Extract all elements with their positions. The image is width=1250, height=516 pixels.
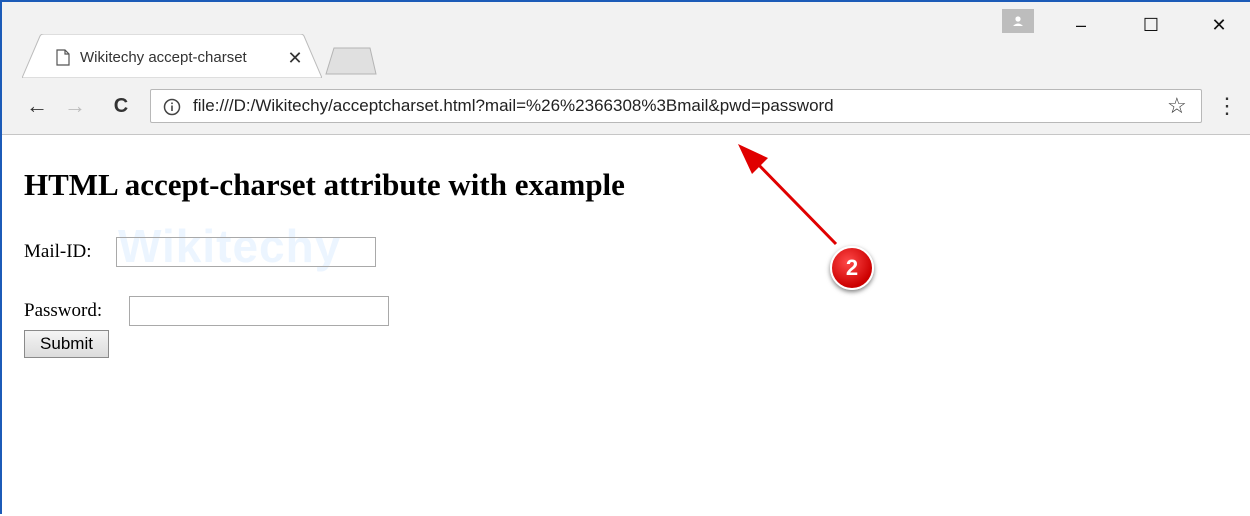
browser-window: Wikitechy accept-charset ✕ – ☐ ✕ ← → C f… [0,0,1250,516]
annotation-badge: 2 [830,246,874,290]
forward-button[interactable]: → [62,94,88,118]
close-window-button[interactable]: ✕ [1196,10,1242,40]
reload-button[interactable]: C [108,94,134,118]
url-text[interactable]: file:///D:/Wikitechy/acceptcharset.html?… [193,96,834,116]
tab-close-icon[interactable]: ✕ [286,48,304,68]
toolbar: ← → C file:///D:/Wikitechy/acceptcharset… [2,78,1250,135]
active-tab[interactable]: Wikitechy accept-charset ✕ [22,34,322,78]
maximize-button[interactable]: ☐ [1128,10,1174,40]
info-icon[interactable] [163,98,181,116]
tab-strip: Wikitechy accept-charset ✕ – ☐ ✕ [2,2,1250,78]
submit-button[interactable]: Submit [24,330,109,358]
profile-icon [1013,16,1023,26]
new-tab-button[interactable] [324,46,378,76]
address-bar[interactable]: file:///D:/Wikitechy/acceptcharset.html?… [150,89,1202,123]
profile-button[interactable] [1002,9,1034,33]
mail-id-input[interactable] [116,237,376,267]
menu-icon[interactable]: ⋮ [1216,92,1238,120]
password-input[interactable] [129,296,389,326]
mail-id-label: Mail-ID: [24,241,92,262]
tab-title: Wikitechy accept-charset [80,49,247,66]
page-content: HTML accept-charset attribute with examp… [4,135,1250,516]
page-icon [56,49,70,66]
back-button[interactable]: ← [24,94,50,118]
star-icon[interactable]: ☆ [1167,94,1187,118]
minimize-button[interactable]: – [1058,10,1104,40]
password-label: Password: [24,300,103,321]
page-heading: HTML accept-charset attribute with examp… [24,167,625,202]
annotation-arrow [738,144,838,246]
